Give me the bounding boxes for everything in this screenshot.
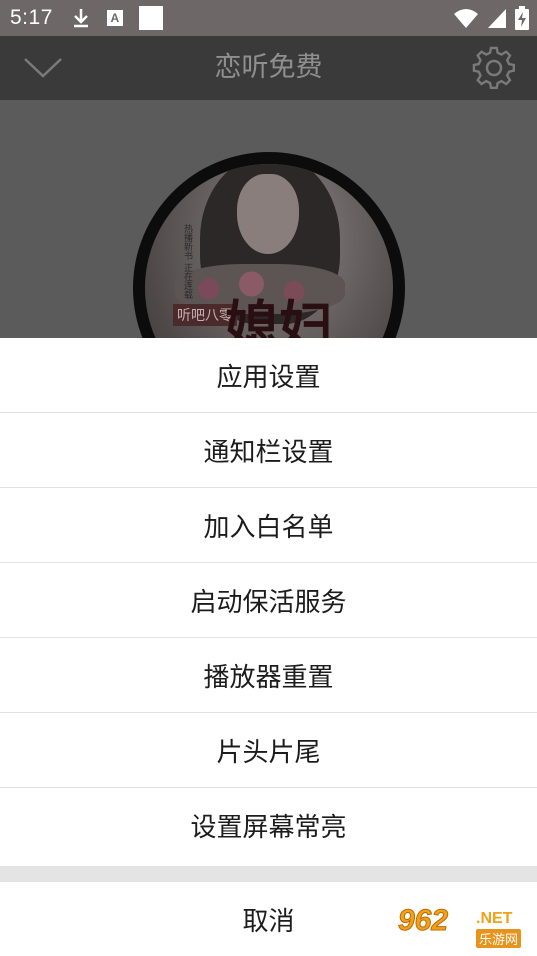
page-title: 恋听免费 <box>214 52 323 83</box>
menu-item-skip-intro-outro[interactable]: 片头片尾 <box>0 713 537 788</box>
gear-icon[interactable] <box>472 46 516 90</box>
album-cover-disc: 热播新书 正在连载 听吧八零 媳妇 <box>133 152 405 340</box>
a-badge-icon: A <box>106 10 123 26</box>
status-bar: 5:17 A <box>0 0 537 36</box>
notification-square-icon <box>138 6 163 30</box>
menu-item-keepalive-service[interactable]: 启动保活服务 <box>0 563 537 638</box>
album-cover-image: 热播新书 正在连载 听吧八零 媳妇 <box>145 164 393 340</box>
menu-item-add-whitelist[interactable]: 加入白名单 <box>0 488 537 563</box>
watermark-number: 962 <box>397 904 449 938</box>
battery-charging-icon <box>515 6 529 30</box>
status-icons-left: A <box>71 6 163 30</box>
cover-side-text: 热播新书 正在连载 <box>182 224 192 299</box>
menu-item-app-settings[interactable]: 应用设置 <box>0 338 537 413</box>
signal-icon <box>488 9 506 28</box>
site-watermark: 962 .NET 乐游网 <box>397 904 530 952</box>
sheet-divider <box>0 866 537 882</box>
status-icons-right <box>453 6 529 30</box>
download-icon <box>73 9 88 28</box>
watermark-suffix: .NET <box>476 910 513 927</box>
settings-bottom-sheet: 应用设置 通知栏设置 加入白名单 启动保活服务 播放器重置 片头片尾 设置屏幕常… <box>0 338 537 956</box>
menu-item-notification-settings[interactable]: 通知栏设置 <box>0 413 537 488</box>
menu-item-reset-player[interactable]: 播放器重置 <box>0 638 537 713</box>
wifi-icon <box>454 9 478 28</box>
menu-item-keep-screen-on[interactable]: 设置屏幕常亮 <box>0 788 537 863</box>
player-background: 热播新书 正在连载 听吧八零 媳妇 <box>0 100 537 340</box>
watermark-site: 乐游网 <box>476 929 522 948</box>
player-toolbar: 恋听免费 <box>0 36 537 100</box>
status-time: 5:17 <box>10 6 53 29</box>
cover-title: 媳妇 <box>225 294 333 340</box>
